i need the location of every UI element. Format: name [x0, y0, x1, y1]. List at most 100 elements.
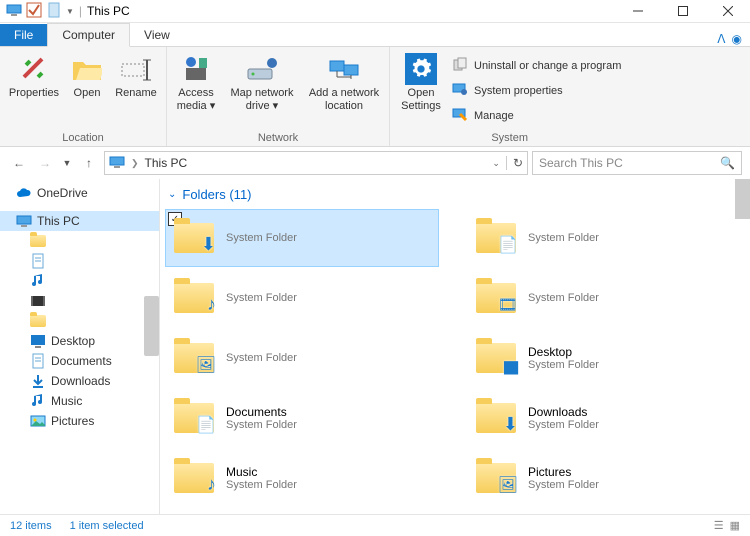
folder-item[interactable]: ⬇DownloadsSystem Folder: [468, 390, 740, 446]
folder-sublabel: System Folder: [226, 352, 297, 364]
sidebar-item-Downloads[interactable]: Downloads: [0, 371, 159, 391]
network-location-icon: [328, 53, 360, 85]
system-properties-icon: [452, 81, 468, 100]
address-path: This PC: [145, 156, 188, 170]
refresh-button[interactable]: ↻: [506, 156, 523, 170]
sidebar-item-music[interactable]: [0, 271, 159, 291]
qat-checkbox-icon[interactable]: [26, 2, 42, 21]
maximize-button[interactable]: [660, 0, 705, 23]
cloud-icon: [16, 185, 32, 201]
sidebar-item-folder[interactable]: [0, 311, 159, 331]
uninstall-icon: [452, 56, 468, 75]
folder-sublabel: System Folder: [528, 292, 599, 304]
properties-button[interactable]: Properties: [6, 51, 62, 130]
back-button[interactable]: ←: [8, 152, 30, 174]
sidebar-item-Documents[interactable]: Documents: [0, 351, 159, 371]
minimize-button[interactable]: [615, 0, 660, 23]
folder-sublabel: System Folder: [528, 479, 599, 491]
download-icon: [30, 373, 46, 389]
download-folder-icon: ⬇: [172, 216, 216, 260]
rename-icon: [120, 53, 152, 85]
group-label-network: Network: [173, 130, 383, 144]
sidebar-item-label: Documents: [51, 354, 112, 368]
navbar: ← → ▼ ↑ ❯ This PC ⌄ ↻ 🔍: [0, 147, 750, 179]
folder-icon: [30, 233, 46, 249]
folder-name: Pictures: [528, 465, 599, 479]
sidebar-item-This PC[interactable]: This PC: [0, 211, 159, 231]
sidebar-item-label: Desktop: [51, 334, 95, 348]
sidebar-item-Desktop[interactable]: Desktop: [0, 331, 159, 351]
content-scrollbar[interactable]: [735, 179, 750, 219]
music-icon: [30, 273, 46, 289]
pc-icon: [16, 213, 32, 229]
folder-name: Desktop: [528, 345, 599, 359]
ribbon: Properties Open Rename Location: [0, 47, 750, 147]
sidebar-item-doc[interactable]: [0, 251, 159, 271]
tab-file[interactable]: File: [0, 24, 47, 46]
folder-item[interactable]: ▅DesktopSystem Folder: [468, 330, 740, 386]
status-selected-count: 1 item selected: [70, 520, 144, 532]
sidebar-item-OneDrive[interactable]: OneDrive: [0, 183, 159, 203]
sidebar-item-video[interactable]: [0, 291, 159, 311]
picture-folder-icon: 🖼: [172, 336, 216, 380]
folder-item[interactable]: 🎞System Folder: [468, 270, 740, 326]
folder-item[interactable]: ✓⬇System Folder: [166, 210, 438, 266]
qat-doc-icon[interactable]: [46, 2, 62, 21]
sidebar-scrollbar[interactable]: [144, 296, 159, 356]
download-folder-icon: ⬇: [474, 396, 518, 440]
forward-button[interactable]: →: [34, 152, 56, 174]
access-media-button[interactable]: Access media ▾: [173, 51, 219, 130]
close-button[interactable]: [705, 0, 750, 23]
help-icon[interactable]: ◉: [732, 32, 742, 46]
sidebar-item-Pictures[interactable]: Pictures: [0, 411, 159, 431]
system-properties-link[interactable]: System properties: [450, 80, 623, 101]
search-input[interactable]: [539, 156, 720, 170]
doc-icon: [30, 353, 46, 369]
desktop-folder-icon: ▅: [474, 336, 518, 380]
folder-sublabel: System Folder: [226, 292, 297, 304]
open-button[interactable]: Open: [66, 51, 108, 130]
search-icon: 🔍: [720, 156, 735, 170]
open-settings-button[interactable]: Open Settings: [396, 51, 446, 130]
folders-section-header[interactable]: ⌄ Folders (11): [166, 185, 740, 204]
tab-view[interactable]: View: [130, 24, 184, 46]
add-network-location-button[interactable]: Add a network location: [305, 51, 383, 130]
sidebar[interactable]: OneDrive This PC Desktop Documents Downloads…: [0, 179, 160, 514]
details-view-button[interactable]: ☰: [714, 519, 724, 532]
folder-sublabel: System Folder: [528, 232, 599, 244]
folder-name: Downloads: [528, 405, 599, 419]
picture-folder-icon: 🖼: [474, 456, 518, 500]
music-folder-icon: ♪: [172, 276, 216, 320]
up-button[interactable]: ↑: [78, 152, 100, 174]
folder-item[interactable]: ♪ System Folder: [166, 270, 438, 326]
doc-icon: [30, 253, 46, 269]
titlebar: ▼ | This PC: [0, 0, 750, 23]
folder-item[interactable]: ♪MusicSystem Folder: [166, 450, 438, 506]
address-bar[interactable]: ❯ This PC ⌄ ↻: [104, 151, 528, 175]
status-bar: 12 items 1 item selected ☰ ▦: [0, 514, 750, 536]
doc-folder-icon: 📄: [172, 396, 216, 440]
folder-icon: [30, 313, 46, 329]
sidebar-item-folder[interactable]: [0, 231, 159, 251]
chevron-right-icon[interactable]: ❯: [131, 158, 139, 169]
folder-sublabel: System Folder: [226, 479, 297, 491]
folder-item[interactable]: 🖼 PicturesSystem Folder: [468, 450, 740, 506]
uninstall-link[interactable]: Uninstall or change a program: [450, 55, 623, 76]
tab-computer[interactable]: Computer: [47, 23, 130, 47]
folder-item[interactable]: 📄DocumentsSystem Folder: [166, 390, 438, 446]
qat-dropdown-icon[interactable]: ▼: [66, 7, 74, 16]
search-box[interactable]: 🔍: [532, 151, 742, 175]
large-icons-view-button[interactable]: ▦: [730, 519, 740, 532]
collapse-ribbon-icon[interactable]: ᐱ: [717, 32, 725, 46]
content-area[interactable]: ⌄ Folders (11) ✓⬇System Folder📄System Fo…: [160, 179, 750, 514]
sidebar-item-Music[interactable]: Music: [0, 391, 159, 411]
rename-button[interactable]: Rename: [112, 51, 160, 130]
address-dropdown-icon[interactable]: ⌄: [492, 158, 500, 169]
history-dropdown[interactable]: ▼: [60, 152, 74, 174]
map-drive-button[interactable]: Map network drive ▾: [223, 51, 301, 130]
group-label-system: System: [396, 130, 623, 144]
folder-item[interactable]: 🖼 System Folder: [166, 330, 438, 386]
folder-name: Music: [226, 465, 297, 479]
folder-item[interactable]: 📄System Folder: [468, 210, 740, 266]
manage-link[interactable]: Manage: [450, 105, 623, 126]
